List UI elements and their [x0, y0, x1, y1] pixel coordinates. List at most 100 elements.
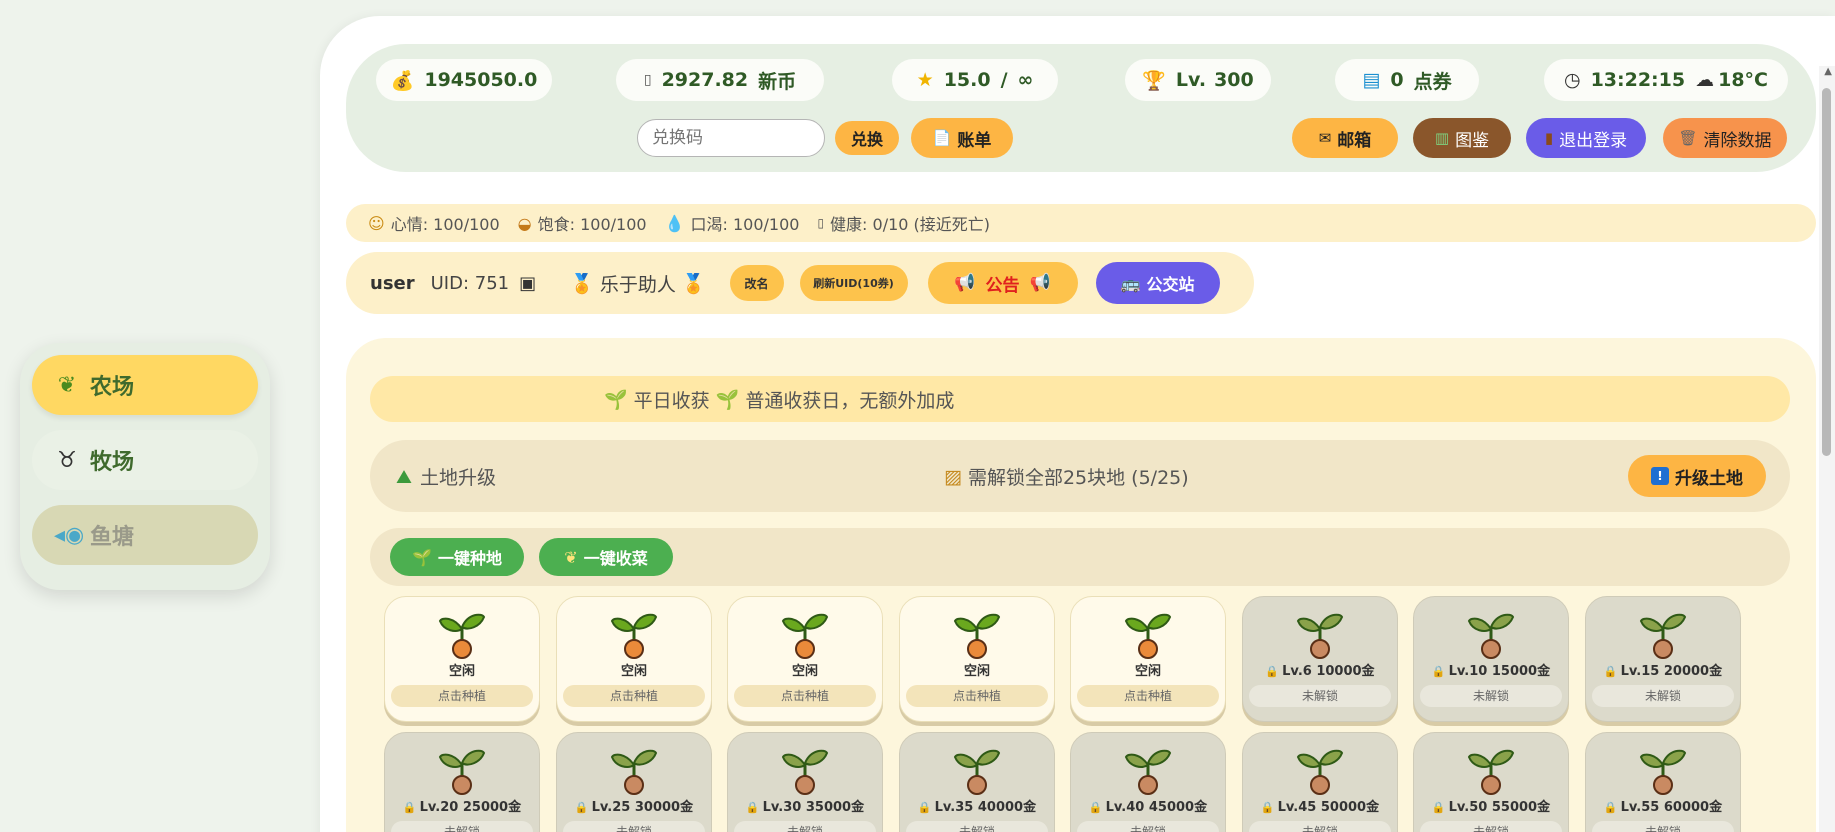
health-icon: ▯	[817, 216, 825, 230]
plot-title-text: Lv.10 15000金	[1448, 664, 1551, 679]
catalog-button[interactable]: ▥ 图鉴	[1413, 118, 1511, 158]
trophy-icon: 🏆	[1142, 69, 1166, 92]
nav-item-fishpond[interactable]: ◂◉ 鱼塘	[32, 505, 258, 565]
locked-plot[interactable]: 🔒 Lv.40 45000金 未解锁	[1070, 732, 1226, 832]
locked-plot[interactable]: 🔒 Lv.35 40000金 未解锁	[899, 732, 1055, 832]
water-drop-icon: 💧	[664, 213, 685, 233]
user-bar: user UID: 751 ▣ 🏅 乐于助人 🏅 改名 刷新UID(10券) 📢…	[346, 252, 1254, 314]
cloud-icon: ☁	[1695, 69, 1715, 91]
plot-title-text: Lv.20 25000金	[419, 800, 522, 815]
farm-area: 🌱 平日收获 🌱 普通收获日，无额外加成 ⛰ 土地升级 ▨ 需解锁全部25块地 …	[346, 338, 1816, 832]
announcement-button-label: 公告	[985, 275, 1020, 296]
ticket-unit: 点券	[1413, 70, 1452, 93]
announcement-button[interactable]: 📢 公告 📢	[927, 262, 1078, 304]
harvest-all-button[interactable]: ❦ 一键收菜	[539, 538, 673, 576]
plot-title-text: Lv.35 40000金	[934, 800, 1037, 815]
upgrade-land-button[interactable]: ! 升级土地	[1628, 455, 1766, 497]
level-prefix: Lv.	[1175, 69, 1207, 91]
sprout-icon	[438, 749, 486, 795]
sprout-icon	[1296, 749, 1344, 795]
sprout-icon	[953, 749, 1001, 795]
lock-icon: 🔒	[574, 801, 589, 814]
locked-plot[interactable]: 🔒 Lv.50 55000金 未解锁	[1413, 732, 1569, 832]
scroll-up-arrow-icon[interactable]: ▲	[1824, 66, 1832, 77]
plot-title-text: Lv.6 10000金	[1282, 664, 1375, 679]
mailbox-button[interactable]: ✉ 邮箱	[1292, 118, 1398, 158]
plot-title: 🔒 Lv.10 15000金	[1414, 660, 1568, 679]
plot-title: 🔒 Lv.55 60000金	[1586, 796, 1740, 815]
coin-icon: ▯	[643, 72, 652, 88]
redeem-code-input[interactable]	[637, 119, 825, 157]
locked-plot[interactable]: 🔒 Lv.6 10000金 未解锁	[1242, 596, 1398, 722]
harvest-all-button-label: 一键收菜	[583, 549, 648, 568]
nav-item-ranch[interactable]: ♉ 牧场	[32, 430, 258, 490]
land-upgrade-bar: ⛰ 土地升级 ▨ 需解锁全部25块地 (5/25) ! 升级土地	[370, 440, 1790, 512]
temperature-value: 18°C	[1718, 69, 1768, 91]
plot-title: 空闲	[1071, 660, 1225, 679]
redeem-button-label: 兑换	[850, 130, 883, 149]
plot-title: 空闲	[728, 660, 882, 679]
wheat-icon: ❦	[57, 372, 77, 398]
clock-icon: ◷	[1563, 69, 1581, 91]
plot-title-text: 空闲	[791, 664, 818, 679]
logout-button[interactable]: ▮ 退出登录	[1526, 118, 1646, 158]
locked-plot[interactable]: 🔒 Lv.10 15000金 未解锁	[1413, 596, 1569, 722]
logout-button-label: 退出登录	[1559, 130, 1628, 151]
lock-icon: 🔒	[1265, 665, 1280, 678]
monitor-icon: ▣	[519, 272, 537, 294]
user-title: 🏅 乐于助人 🏅	[564, 270, 711, 297]
empty-plot[interactable]: 空闲 点击种植	[1070, 596, 1226, 722]
health-text: 健康: 0/10 (接近死亡)	[830, 215, 991, 234]
nav-item-label: 鱼塘	[90, 525, 135, 550]
bus-station-button[interactable]: 🚌 公交站	[1095, 262, 1220, 304]
smile-icon: ☺	[368, 213, 385, 233]
star-stat: ★ 15.0 / ∞	[892, 59, 1058, 101]
locked-plot[interactable]: 🔒 Lv.15 20000金 未解锁	[1585, 596, 1741, 722]
thirst-status: 💧 口渴: 100/100	[665, 211, 800, 235]
satiety-text: 饱食: 100/100	[537, 215, 647, 234]
harvest-banner: 🌱 平日收获 🌱 普通收获日，无额外加成	[370, 376, 1790, 422]
megaphone-icon: 📢	[954, 273, 976, 293]
refresh-uid-button[interactable]: 刷新UID(10券)	[799, 265, 908, 301]
rename-button[interactable]: 改名	[729, 265, 784, 301]
plot-status: 点击种植	[1077, 685, 1219, 707]
book-icon: ▥	[1434, 129, 1450, 147]
locked-plot[interactable]: 🔒 Lv.30 35000金 未解锁	[727, 732, 883, 832]
ticket-icon: ▤	[1362, 69, 1381, 91]
empty-plot[interactable]: 空闲 点击种植	[384, 596, 540, 722]
locked-plot[interactable]: 🔒 Lv.20 25000金 未解锁	[384, 732, 540, 832]
cow-icon: ♉	[57, 447, 77, 473]
clear-data-button[interactable]: 🗑 清除数据	[1663, 118, 1787, 158]
sprout-icon	[610, 613, 658, 659]
redeem-button[interactable]: 兑换	[835, 121, 899, 155]
lock-icon: 🔒	[1088, 801, 1103, 814]
coin-stat: ▯ 2927.82 新币	[616, 59, 824, 101]
plot-title: 🔒 Lv.6 10000金	[1243, 660, 1397, 679]
plot-status: 点击种植	[563, 685, 705, 707]
plot-title-text: Lv.15 20000金	[1620, 664, 1723, 679]
empty-plot[interactable]: 空闲 点击种植	[556, 596, 712, 722]
empty-plot[interactable]: 空闲 点击种植	[727, 596, 883, 722]
fish-icon: ◂◉	[54, 522, 85, 548]
health-status: ▯ 健康: 0/10 (接近死亡)	[817, 211, 990, 235]
plot-title-text: Lv.45 50000金	[1277, 800, 1380, 815]
plot-title-text: Lv.30 35000金	[762, 800, 865, 815]
locked-plot[interactable]: 🔒 Lv.25 30000金 未解锁	[556, 732, 712, 832]
money-bag-icon: 💰	[390, 69, 415, 92]
bill-button[interactable]: 📄 账单	[911, 118, 1013, 158]
harvest-description: 普通收获日，无额外加成	[745, 389, 955, 412]
sprout-icon	[1467, 613, 1515, 659]
nav-item-label: 牧场	[90, 450, 135, 475]
username: user	[370, 272, 415, 294]
locked-plot[interactable]: 🔒 Lv.55 60000金 未解锁	[1585, 732, 1741, 832]
medal-icon: 🏅	[681, 272, 706, 295]
receipt-icon: 📄	[932, 129, 952, 147]
thirst-text: 口渴: 100/100	[690, 215, 800, 234]
nav-item-farm[interactable]: ❦ 农场	[32, 355, 258, 415]
plant-all-button[interactable]: 🌱 一键种地	[390, 538, 524, 576]
plot-title: 🔒 Lv.30 35000金	[728, 796, 882, 815]
plot-status: 未解锁	[563, 821, 705, 832]
empty-plot[interactable]: 空闲 点击种植	[899, 596, 1055, 722]
locked-plot[interactable]: 🔒 Lv.45 50000金 未解锁	[1242, 732, 1398, 832]
scrollbar-thumb[interactable]	[1822, 88, 1831, 456]
